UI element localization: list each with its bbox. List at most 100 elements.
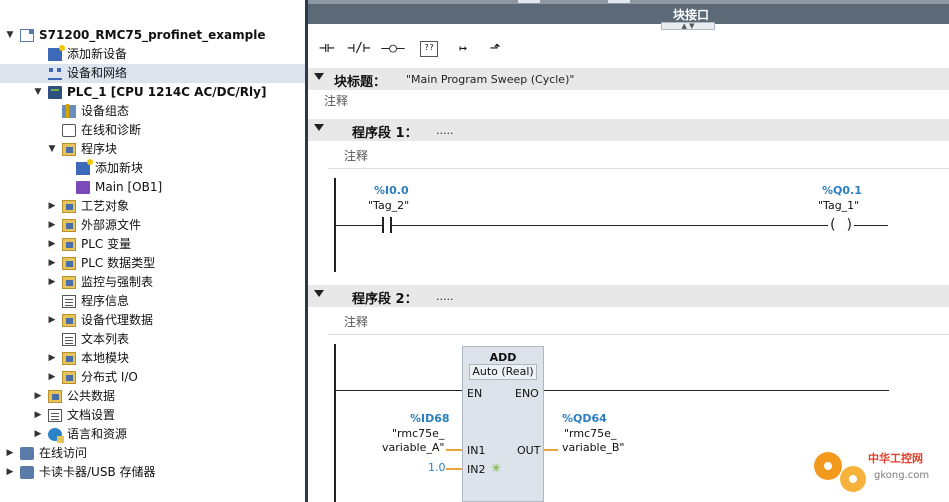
tree-item-12[interactable]: ▶ PLC 数据类型 (0, 254, 305, 273)
tree-item-label: 设备和网络 (67, 66, 128, 80)
collapse-triangle-icon[interactable] (314, 73, 324, 80)
expand-toggle-icon[interactable]: ▶ (46, 216, 58, 235)
wire (854, 225, 888, 226)
collapse-triangle-icon[interactable] (314, 290, 324, 297)
interface-splitter-handle[interactable]: ▲ ▼ (661, 22, 715, 30)
tree-item-8[interactable]: Main [OB1] (0, 178, 305, 197)
expand-toggle-icon[interactable]: ▶ (46, 368, 58, 387)
in2-wire (446, 468, 462, 470)
collapse-toggle-icon[interactable]: ▼ (46, 140, 58, 159)
block-title-header[interactable]: 块标题： "Main Program Sweep (Cycle)" (308, 68, 949, 90)
collapse-toggle-icon[interactable]: ▼ (4, 26, 16, 45)
add-function-box[interactable]: ADD Auto (Real) EN ENO IN1 OUT IN2 ✳ (462, 346, 544, 502)
tree-item-label: 监控与强制表 (81, 275, 154, 289)
network-2-comment-area[interactable] (328, 308, 949, 335)
tree-item-3[interactable]: ▼ PLC_1 [CPU 1214C AC/DC/Rly] (0, 83, 305, 102)
collapse-toggle-icon[interactable]: ▼ (32, 83, 44, 102)
watermark: 中华工控网 gkong.com (812, 442, 949, 502)
tree-item-0[interactable]: ▼ S71200_RMC75_profinet_example (0, 26, 305, 45)
no-contact-button[interactable]: ⊣⊢ (312, 36, 342, 62)
tree-item-13[interactable]: ▶ 监控与强制表 (0, 273, 305, 292)
tree-item-1[interactable]: 添加新设备 (0, 45, 305, 64)
out-wire (544, 449, 558, 451)
block-interface-bar[interactable]: 块接口 (308, 4, 949, 24)
tree-item-15[interactable]: ▶ 设备代理数据 (0, 311, 305, 330)
network-1-comment[interactable]: 注释 (344, 147, 368, 164)
coil-address[interactable]: %Q0.1 (822, 184, 862, 197)
watermark-url: gkong.com (874, 470, 930, 481)
tree-item-20[interactable]: ▶ 文档设置 (0, 406, 305, 425)
open-branch-button[interactable]: ↦ (448, 36, 478, 62)
tree-item-11[interactable]: ▶ PLC 变量 (0, 235, 305, 254)
in1-address[interactable]: %ID68 (410, 412, 450, 425)
pin-out: OUT (517, 444, 541, 457)
in1-tag-line1[interactable]: "rmc75e_ (392, 427, 444, 440)
expand-toggle-icon[interactable]: ▶ (46, 273, 58, 292)
network-1-comment-area[interactable] (328, 142, 949, 169)
card-icon (20, 447, 34, 460)
output-coil[interactable]: ( ) (828, 217, 854, 233)
block-title-value[interactable]: "Main Program Sweep (Cycle)" (406, 73, 574, 86)
expand-toggle-icon[interactable]: ▶ (32, 406, 44, 425)
folder-icon (48, 390, 62, 403)
table-icon (62, 295, 76, 308)
network-1-header[interactable]: 程序段 1： ..... (308, 119, 949, 141)
collapse-triangle-icon[interactable] (314, 124, 324, 131)
no-contact[interactable] (382, 217, 392, 233)
empty-box-button[interactable]: ?? (420, 41, 438, 57)
diagnostics-icon (62, 124, 76, 137)
network-icon (48, 67, 62, 80)
network-2-header[interactable]: 程序段 2： ..... (308, 285, 949, 307)
network-1-title[interactable]: ..... (436, 124, 453, 137)
out-address[interactable]: %QD64 (562, 412, 607, 425)
block-comment[interactable]: 注释 (324, 92, 348, 109)
tree-item-label: 程序信息 (81, 294, 130, 308)
tree-item-23[interactable]: ▶ 卡读卡器/USB 存储器 (0, 463, 305, 482)
expand-toggle-icon[interactable]: ▶ (46, 349, 58, 368)
tree-item-21[interactable]: ▶ 语言和资源 (0, 425, 305, 444)
expand-toggle-icon[interactable]: ▶ (46, 254, 58, 273)
expand-toggle-icon[interactable]: ▶ (46, 311, 58, 330)
expand-toggle-icon[interactable]: ▶ (4, 463, 16, 482)
out-tag-line2[interactable]: variable_B" (562, 441, 624, 454)
tree-item-22[interactable]: ▶ 在线访问 (0, 444, 305, 463)
tree-item-17[interactable]: ▶ 本地模块 (0, 349, 305, 368)
tree-item-label: 添加新块 (95, 161, 144, 175)
tree-item-6[interactable]: ▼ 程序块 (0, 140, 305, 159)
folder-icon (62, 276, 76, 289)
add-input-star-icon[interactable]: ✳ (491, 461, 501, 475)
coil-button[interactable]: –○– (378, 36, 408, 62)
contact-address[interactable]: %I0.0 (374, 184, 409, 197)
block-interface-title: 块接口 (672, 8, 709, 22)
tree-item-9[interactable]: ▶ 工艺对象 (0, 197, 305, 216)
nc-contact-button[interactable]: ⊣/⊢ (344, 36, 374, 62)
expand-toggle-icon[interactable]: ▶ (32, 387, 44, 406)
tree-item-7[interactable]: 添加新块 (0, 159, 305, 178)
tree-item-2[interactable]: 设备和网络 (0, 64, 305, 83)
in2-value[interactable]: 1.0 (428, 461, 446, 474)
pin-en: EN (467, 387, 483, 400)
tree-item-4[interactable]: 设备组态 (0, 102, 305, 121)
tree-item-10[interactable]: ▶ 外部源文件 (0, 216, 305, 235)
expand-toggle-icon[interactable]: ▶ (46, 197, 58, 216)
tree-item-16[interactable]: 文本列表 (0, 330, 305, 349)
tree-item-5[interactable]: 在线和诊断 (0, 121, 305, 140)
add-box-title: ADD (489, 351, 517, 364)
add-datatype-selector[interactable]: Auto (Real) (469, 364, 537, 380)
expand-toggle-icon[interactable]: ▶ (32, 425, 44, 444)
coil-tag[interactable]: "Tag_1" (818, 199, 859, 212)
contact-tag[interactable]: "Tag_2" (368, 199, 409, 212)
project-tree: ▼ S71200_RMC75_profinet_example 添加新设备设备和网络… (0, 0, 305, 502)
tree-item-label: 文档设置 (67, 408, 116, 422)
expand-toggle-icon[interactable]: ▶ (4, 444, 16, 463)
tree-item-14[interactable]: 程序信息 (0, 292, 305, 311)
tree-item-label: 设备组态 (81, 104, 130, 118)
network-2-comment[interactable]: 注释 (344, 313, 368, 330)
in1-tag-line2[interactable]: variable_A" (382, 441, 444, 454)
network-2-title[interactable]: ..... (436, 290, 453, 303)
tree-item-19[interactable]: ▶ 公共数据 (0, 387, 305, 406)
tree-item-18[interactable]: ▶ 分布式 I/O (0, 368, 305, 387)
out-tag-line1[interactable]: "rmc75e_ (564, 427, 616, 440)
expand-toggle-icon[interactable]: ▶ (46, 235, 58, 254)
close-branch-button[interactable]: ⬏ (480, 36, 510, 62)
